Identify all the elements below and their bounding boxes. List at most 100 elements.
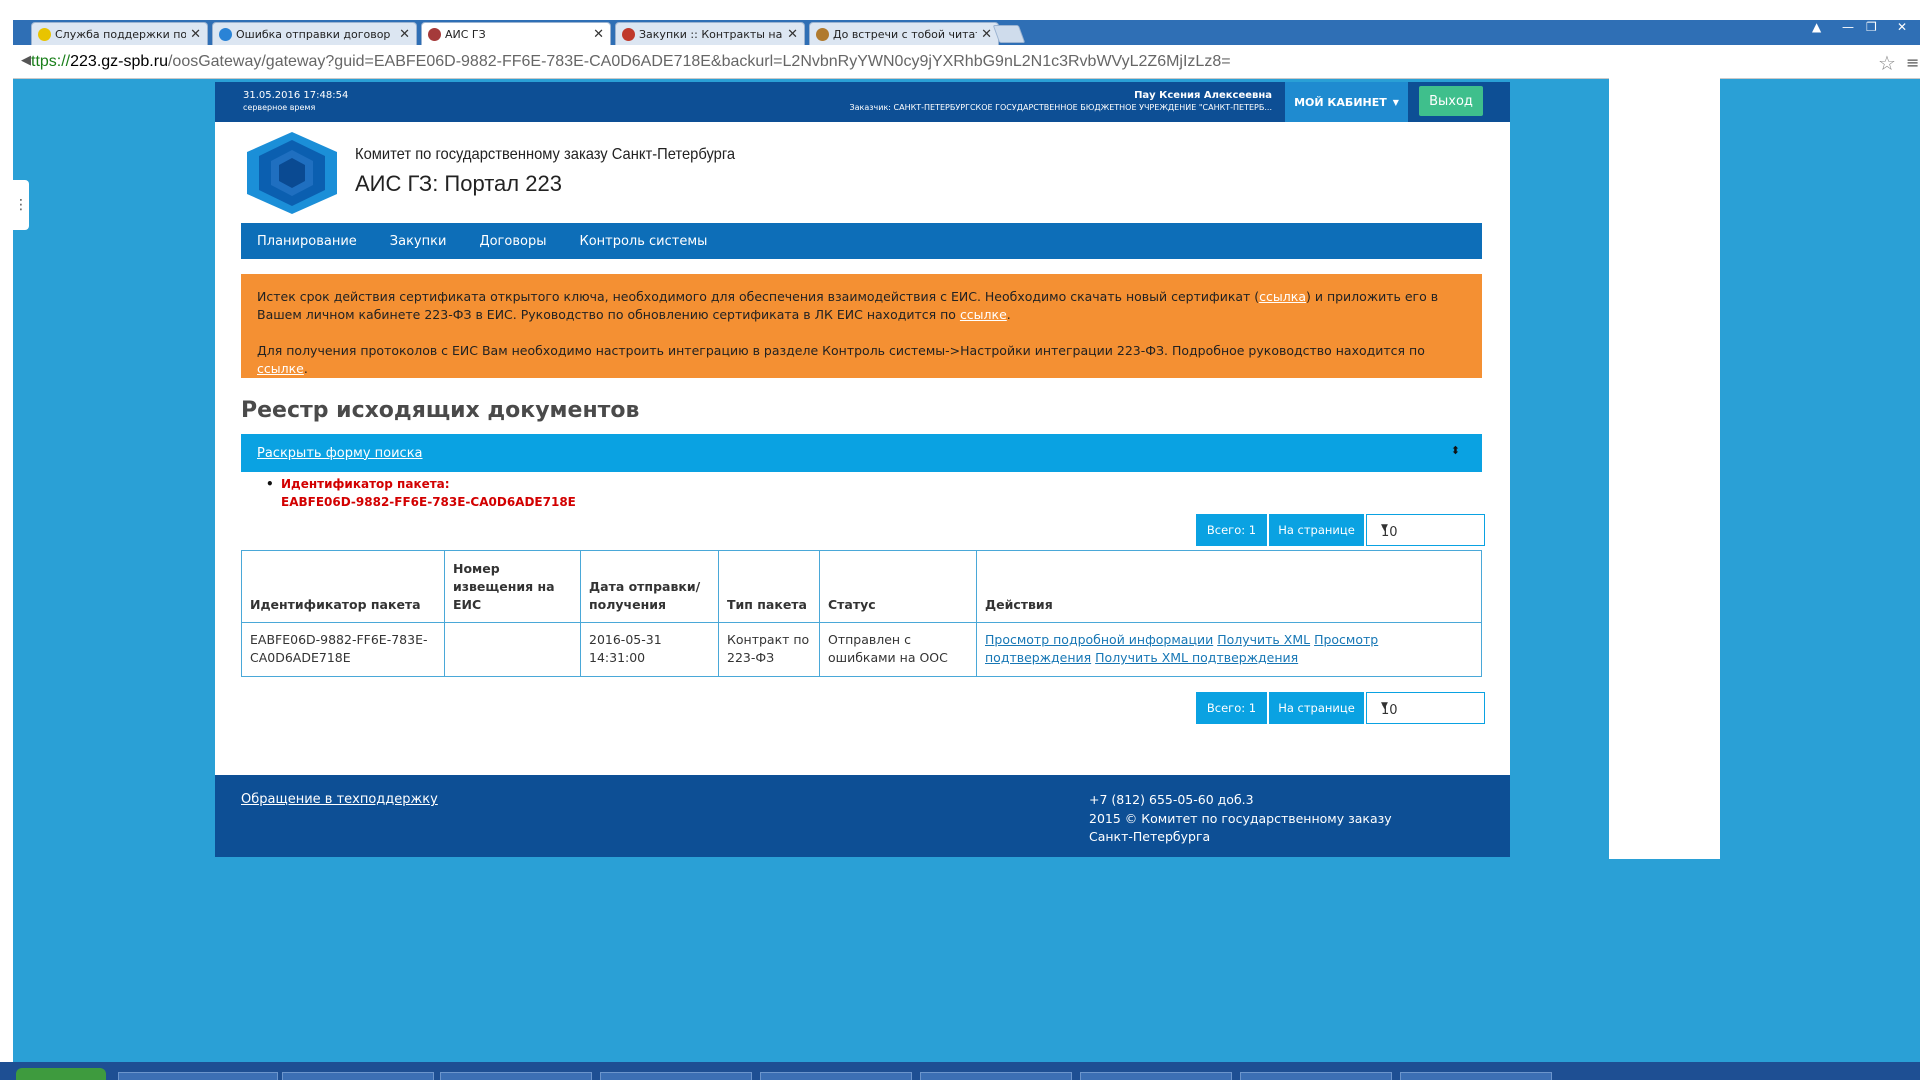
alert-text: Для получения протоколов с ЕИС Вам необх… (257, 343, 1425, 358)
cell-status: Отправлен с ошибками на ООС (819, 622, 977, 677)
alert-text: . (303, 361, 308, 376)
tab-close-icon[interactable]: ✕ (593, 27, 604, 42)
logout-button[interactable]: Выход (1419, 86, 1483, 116)
tab-title: АИС ГЗ (445, 27, 486, 41)
taskbar-item[interactable] (282, 1072, 434, 1080)
customer-name: Заказчик: САНКТ-ПЕТЕРБУРГСКОЕ ГОСУДАРСТВ… (849, 103, 1273, 112)
per-page-label: На странице (1269, 692, 1364, 724)
table-header-row: Идентификатор пакета Номер извещения на … (241, 550, 1482, 623)
my-cabinet-button[interactable]: МОЙ КАБИНЕТ ▼ (1285, 82, 1408, 122)
copyright: 2015 © Комитет по государственному заказ… (1089, 811, 1392, 844)
tab-title: До встречи с тобой читать (833, 27, 978, 41)
restore-icon[interactable]: ❐ (1866, 20, 1877, 34)
get-xml-link[interactable]: Получить XML (1217, 632, 1310, 647)
url-path: /oosGateway/gateway?guid=EABFE06D-9882-F… (167, 53, 1231, 70)
view-details-link[interactable]: Просмотр подробной информации (985, 632, 1213, 647)
cell-notice-number (444, 622, 581, 677)
nav-item-system-control[interactable]: Контроль системы (579, 234, 707, 249)
column-header: Дата отправки/ получения (580, 550, 719, 623)
taskbar-item[interactable] (760, 1072, 912, 1080)
url-host: 223.gz-spb.ru (70, 53, 168, 70)
server-datetime: 31.05.2016 17:48:54 (243, 90, 349, 101)
column-header: Статус (819, 550, 977, 623)
back-arrow-icon[interactable]: ◀ (21, 53, 31, 68)
table-row: EABFE06D-9882-FF6E-783E-CA0D6ADE718E 201… (241, 622, 1482, 677)
footer: Обращение в техподдержку +7 (812) 655-05… (215, 775, 1510, 857)
tab-favicon-icon (219, 27, 232, 41)
support-phone: +7 (812) 655-05-60 доб.3 (1089, 792, 1254, 807)
browser-tab-bar: Служба поддержки пользо ✕ Ошибка отправк… (13, 20, 1920, 45)
window-top-edge (13, 0, 1920, 20)
total-count: Всего: 1 (1196, 514, 1267, 546)
alert-text: Истек срок действия сертификата открытог… (257, 289, 1260, 304)
server-time-label: серверное время (243, 103, 316, 112)
browser-tab-active[interactable]: АИС ГЗ ✕ (421, 22, 611, 45)
nav-item-contracts[interactable]: Договоры (479, 234, 546, 249)
my-cabinet-label: МОЙ КАБИНЕТ (1294, 95, 1387, 109)
taskbar-item[interactable] (920, 1072, 1072, 1080)
menu-icon[interactable]: ≡ (1906, 53, 1919, 72)
integration-guide-link[interactable]: ссылке (257, 361, 304, 376)
bookmark-star-icon[interactable]: ☆ (1878, 51, 1896, 75)
close-window-icon[interactable]: ✕ (1897, 20, 1907, 34)
tab-close-icon[interactable]: ✕ (190, 27, 201, 42)
blank-panel (1609, 45, 1720, 859)
taskbar-item[interactable] (118, 1072, 278, 1080)
support-link[interactable]: Обращение в техподдержку (241, 792, 438, 807)
browser-tab[interactable]: Ошибка отправки договор ✕ (212, 22, 417, 45)
taskbar-item[interactable] (1400, 1072, 1552, 1080)
tab-close-icon[interactable]: ✕ (787, 27, 798, 42)
taskbar-item[interactable] (1240, 1072, 1392, 1080)
url-scheme: ttps:// (31, 53, 71, 70)
caret-down-icon: ▼ (1392, 97, 1399, 107)
bullet-icon: • (266, 477, 274, 491)
column-header: Номер извещения на ЕИС (444, 550, 581, 623)
user-name: Пау Ксения Алексеевна (1134, 90, 1272, 101)
tab-favicon-icon (622, 27, 635, 41)
nav-item-planning[interactable]: Планирование (257, 234, 357, 249)
per-page-select[interactable]: 10 ▼ (1366, 514, 1485, 546)
tab-title: Ошибка отправки договор (236, 27, 391, 41)
alert-text: . (1006, 307, 1011, 322)
total-count: Всего: 1 (1196, 692, 1267, 724)
side-panel-toggle-icon[interactable]: ⋮ (13, 180, 29, 230)
user-icon[interactable]: ▲ (1812, 20, 1821, 34)
nav-item-purchases[interactable]: Закупки (390, 234, 447, 249)
taskbar-item[interactable] (600, 1072, 752, 1080)
tab-close-icon[interactable]: ✕ (399, 27, 410, 42)
certificate-alert: Истек срок действия сертификата открытог… (241, 274, 1482, 378)
main-nav: Планирование Закупки Договоры Контроль с… (241, 223, 1482, 259)
active-filter: • Идентификатор пакета: EABFE06D-9882-FF… (266, 475, 576, 511)
column-header: Тип пакета (718, 550, 820, 623)
browser-tab[interactable]: Служба поддержки пользо ✕ (31, 22, 208, 45)
logo-icon (247, 132, 337, 214)
start-button[interactable] (16, 1068, 106, 1080)
per-page-select[interactable]: 10 ▼ (1366, 692, 1485, 724)
tab-title: Служба поддержки пользо (55, 27, 186, 41)
certificate-guide-link[interactable]: ссылке (960, 307, 1007, 322)
taskbar-item[interactable] (440, 1072, 592, 1080)
tab-favicon-icon (816, 27, 829, 41)
tab-close-icon[interactable]: ✕ (981, 27, 992, 42)
portal-title: АИС ГЗ: Портал 223 (355, 171, 562, 196)
certificate-download-link[interactable]: ссылка (1259, 289, 1306, 304)
cell-package-type: Контракт по 223-ФЗ (718, 622, 820, 677)
column-header: Идентификатор пакета (241, 550, 445, 623)
new-tab-button[interactable] (992, 25, 1026, 43)
dropdown-arrow-icon: ▼ (1381, 523, 1388, 533)
documents-table: Идентификатор пакета Номер извещения на … (241, 550, 1482, 677)
browser-tab[interactable]: До встречи с тобой читать ✕ (809, 22, 999, 45)
browser-tab[interactable]: Закупки :: Контракты на з ✕ (615, 22, 805, 45)
expand-search-link[interactable]: Раскрыть форму поиска (257, 446, 423, 461)
expand-toggle-icon[interactable]: ⬍ (1451, 444, 1460, 457)
dropdown-arrow-icon: ▼ (1381, 701, 1388, 711)
window-left-edge (0, 0, 13, 1080)
pager-bottom: Всего: 1 На странице 10 ▼ (1196, 692, 1485, 724)
minimize-icon[interactable]: — (1842, 20, 1854, 34)
taskbar-item[interactable] (1080, 1072, 1232, 1080)
cell-actions: Просмотр подробной информации Получить X… (976, 622, 1482, 677)
alert-paragraph: Истек срок действия сертификата открытог… (257, 288, 1466, 324)
column-header: Действия (976, 550, 1482, 623)
get-confirmation-xml-link[interactable]: Получить XML подтверждения (1095, 650, 1298, 665)
url-input[interactable]: ttps://223.gz-spb.ru/oosGateway/gateway?… (31, 53, 1231, 71)
